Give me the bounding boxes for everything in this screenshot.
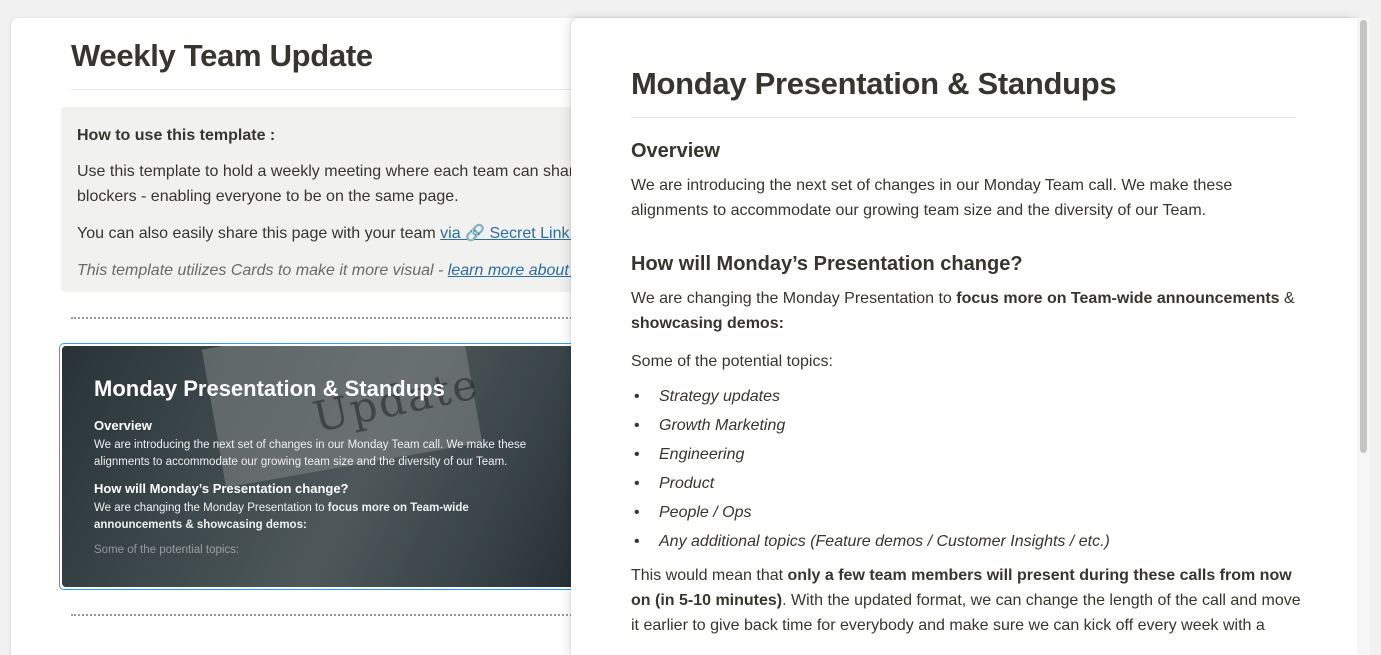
title-divider	[71, 89, 631, 90]
card-content: Monday Presentation & Standups Overview …	[94, 376, 544, 556]
peek-title: Monday Presentation & Standups	[631, 66, 1117, 101]
secret-link[interactable]: via 🔗 Secret Link.	[440, 225, 574, 242]
card-change-text: We are changing the Monday Presentation …	[94, 500, 544, 534]
list-item: Growth Marketing	[631, 411, 1301, 440]
list-item: Strategy updates	[631, 382, 1301, 411]
callout-cards-note: This template utilizes Cards to make it …	[77, 258, 605, 283]
share-text: You can also easily share this page with…	[77, 225, 441, 242]
card-change-text-a: We are changing the Monday Presentation …	[94, 502, 328, 514]
change-text-bold: focus more on Team-wide announcements	[956, 290, 1280, 307]
list-item: Engineering	[631, 440, 1301, 469]
card-title: Monday Presentation & Standups	[94, 376, 445, 401]
list-item: People / Ops	[631, 498, 1301, 527]
topics-intro: Some of the potential topics:	[631, 353, 833, 370]
change-heading: How will Monday’s Presentation change?	[631, 253, 1023, 275]
change-text-amp: &	[1279, 290, 1295, 307]
card-topics-text: Some of the potential topics:	[94, 544, 240, 556]
meaning-text: This would mean that only a few team mem…	[631, 563, 1301, 638]
topics-list: Strategy updates Growth Marketing Engine…	[631, 382, 1301, 556]
change-text: We are changing the Monday Presentation …	[631, 286, 1301, 336]
overview-heading: Overview	[631, 140, 720, 162]
change-text-bold-2: showcasing demos:	[631, 315, 784, 332]
dotted-divider-2	[71, 614, 631, 616]
meaning-text-a: This would mean that	[631, 567, 788, 584]
card-change-heading: How will Monday’s Presentation change?	[94, 481, 349, 496]
change-text-a: We are changing the Monday Presentation …	[631, 290, 957, 307]
side-peek-panel: Monday Presentation & Standups Overview …	[571, 18, 1357, 655]
peek-title-divider	[631, 117, 1296, 118]
callout-share: You can also easily share this page with…	[77, 221, 605, 246]
scrollbar-thumb[interactable]	[1360, 20, 1367, 453]
card-overview-text: We are introducing the next set of chang…	[94, 439, 527, 468]
callout-description: Use this template to hold a weekly meeti…	[77, 159, 605, 209]
card-cover-image: Update Monday Presentation & Standups Ov…	[62, 346, 596, 587]
presentation-card[interactable]: Update Monday Presentation & Standups Ov…	[59, 343, 599, 590]
list-item: Product	[631, 469, 1301, 498]
page-title: Weekly Team Update	[71, 38, 373, 73]
callout-heading: How to use this template :	[77, 127, 276, 144]
callout-line-1: Use this template to hold a weekly meeti…	[77, 163, 584, 180]
cards-text: This template utilizes Cards to make it …	[77, 262, 448, 279]
learn-more-cards-link[interactable]: learn more about c	[448, 262, 581, 279]
template-callout: How to use this template : Use this temp…	[61, 107, 621, 292]
card-overview-heading: Overview	[94, 418, 152, 433]
dotted-divider	[71, 317, 631, 319]
callout-line-2: blockers - enabling everyone to be on th…	[77, 188, 459, 205]
peek-scrollbar[interactable]	[1357, 18, 1370, 655]
overview-text: We are introducing the next set of chang…	[631, 177, 1233, 219]
list-item: Any additional topics (Feature demos / C…	[631, 527, 1301, 556]
peek-content: Monday Presentation & Standups Overview …	[631, 66, 1301, 638]
